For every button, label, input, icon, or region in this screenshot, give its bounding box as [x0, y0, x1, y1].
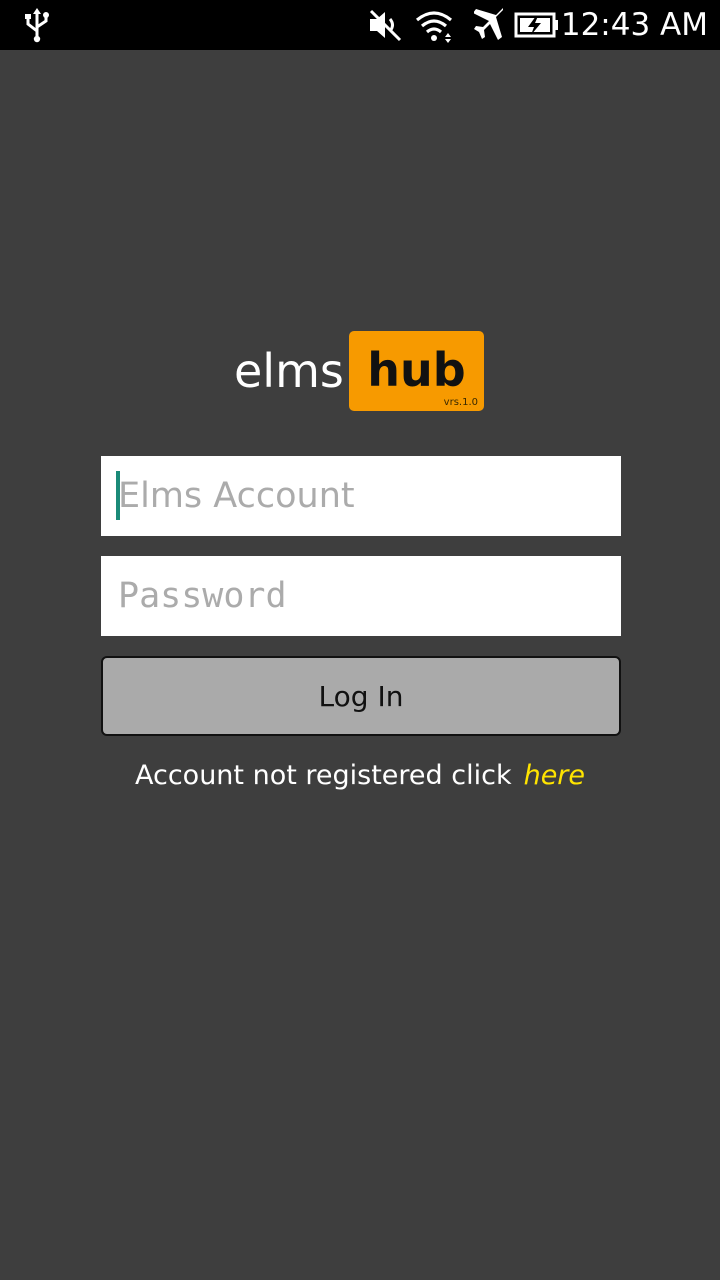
airplane-mode-icon: [474, 0, 506, 50]
status-bar: 12:43 AM: [0, 0, 720, 50]
logo-badge: hub vrs.1.0: [349, 331, 484, 411]
account-field-container: [101, 456, 621, 536]
usb-icon: [22, 0, 52, 50]
version-label: vrs.1.0: [443, 397, 478, 408]
register-link[interactable]: here: [524, 760, 585, 791]
register-prompt: Account not registered click here: [0, 760, 720, 791]
logo-text-elms: elms: [234, 344, 344, 398]
mute-icon: [366, 0, 404, 50]
battery-charging-icon: [514, 0, 560, 50]
text-cursor: [116, 471, 120, 520]
login-button[interactable]: Log In: [101, 656, 621, 736]
register-text: Account not registered click: [134, 760, 512, 791]
logo-text-hub: hub: [367, 343, 466, 397]
account-input[interactable]: [101, 456, 621, 536]
password-field-container: [101, 556, 621, 636]
app-logo: elms hub vrs.1.0: [0, 330, 720, 412]
status-time: 12:43 AM: [560, 7, 708, 43]
wifi-icon: [414, 0, 454, 50]
password-input[interactable]: [101, 556, 621, 636]
